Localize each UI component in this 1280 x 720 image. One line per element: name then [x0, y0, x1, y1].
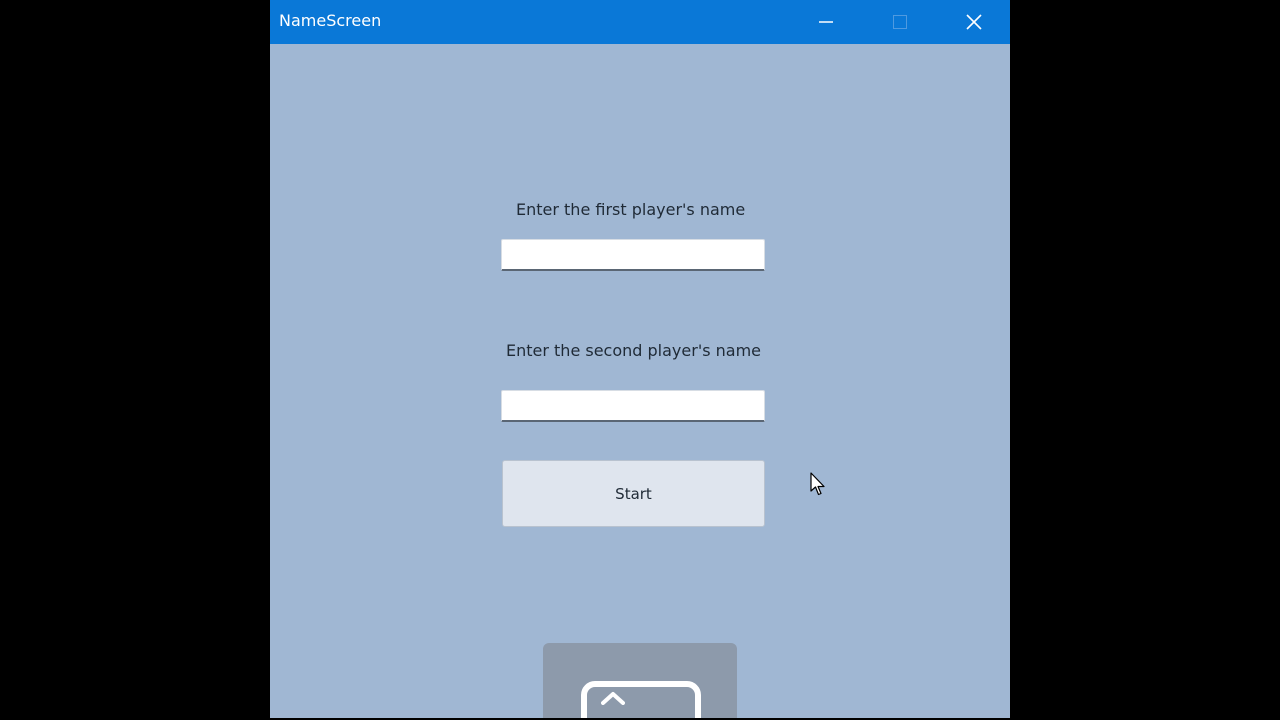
maximize-icon — [893, 15, 907, 29]
mouse-cursor-icon — [810, 472, 825, 496]
name-screen-window: NameScreen Enter the first player's name… — [270, 0, 1010, 718]
window-title: NameScreen — [279, 11, 382, 30]
first-player-name-input[interactable] — [501, 239, 765, 271]
close-button[interactable] — [942, 0, 1006, 44]
start-button-label: Start — [615, 484, 652, 503]
first-player-label: Enter the first player's name — [516, 200, 746, 219]
second-player-name-input[interactable] — [501, 390, 765, 422]
start-button[interactable]: Start — [502, 460, 765, 527]
expand-chip[interactable] — [581, 681, 701, 718]
close-icon — [966, 14, 982, 30]
chevron-up-icon — [601, 692, 625, 705]
expand-panel-handle[interactable] — [543, 643, 737, 718]
maximize-button[interactable] — [868, 0, 932, 44]
second-player-label: Enter the second player's name — [506, 341, 762, 360]
minimize-icon — [819, 21, 833, 23]
minimize-button[interactable] — [794, 0, 858, 44]
title-bar[interactable]: NameScreen — [270, 0, 1010, 44]
